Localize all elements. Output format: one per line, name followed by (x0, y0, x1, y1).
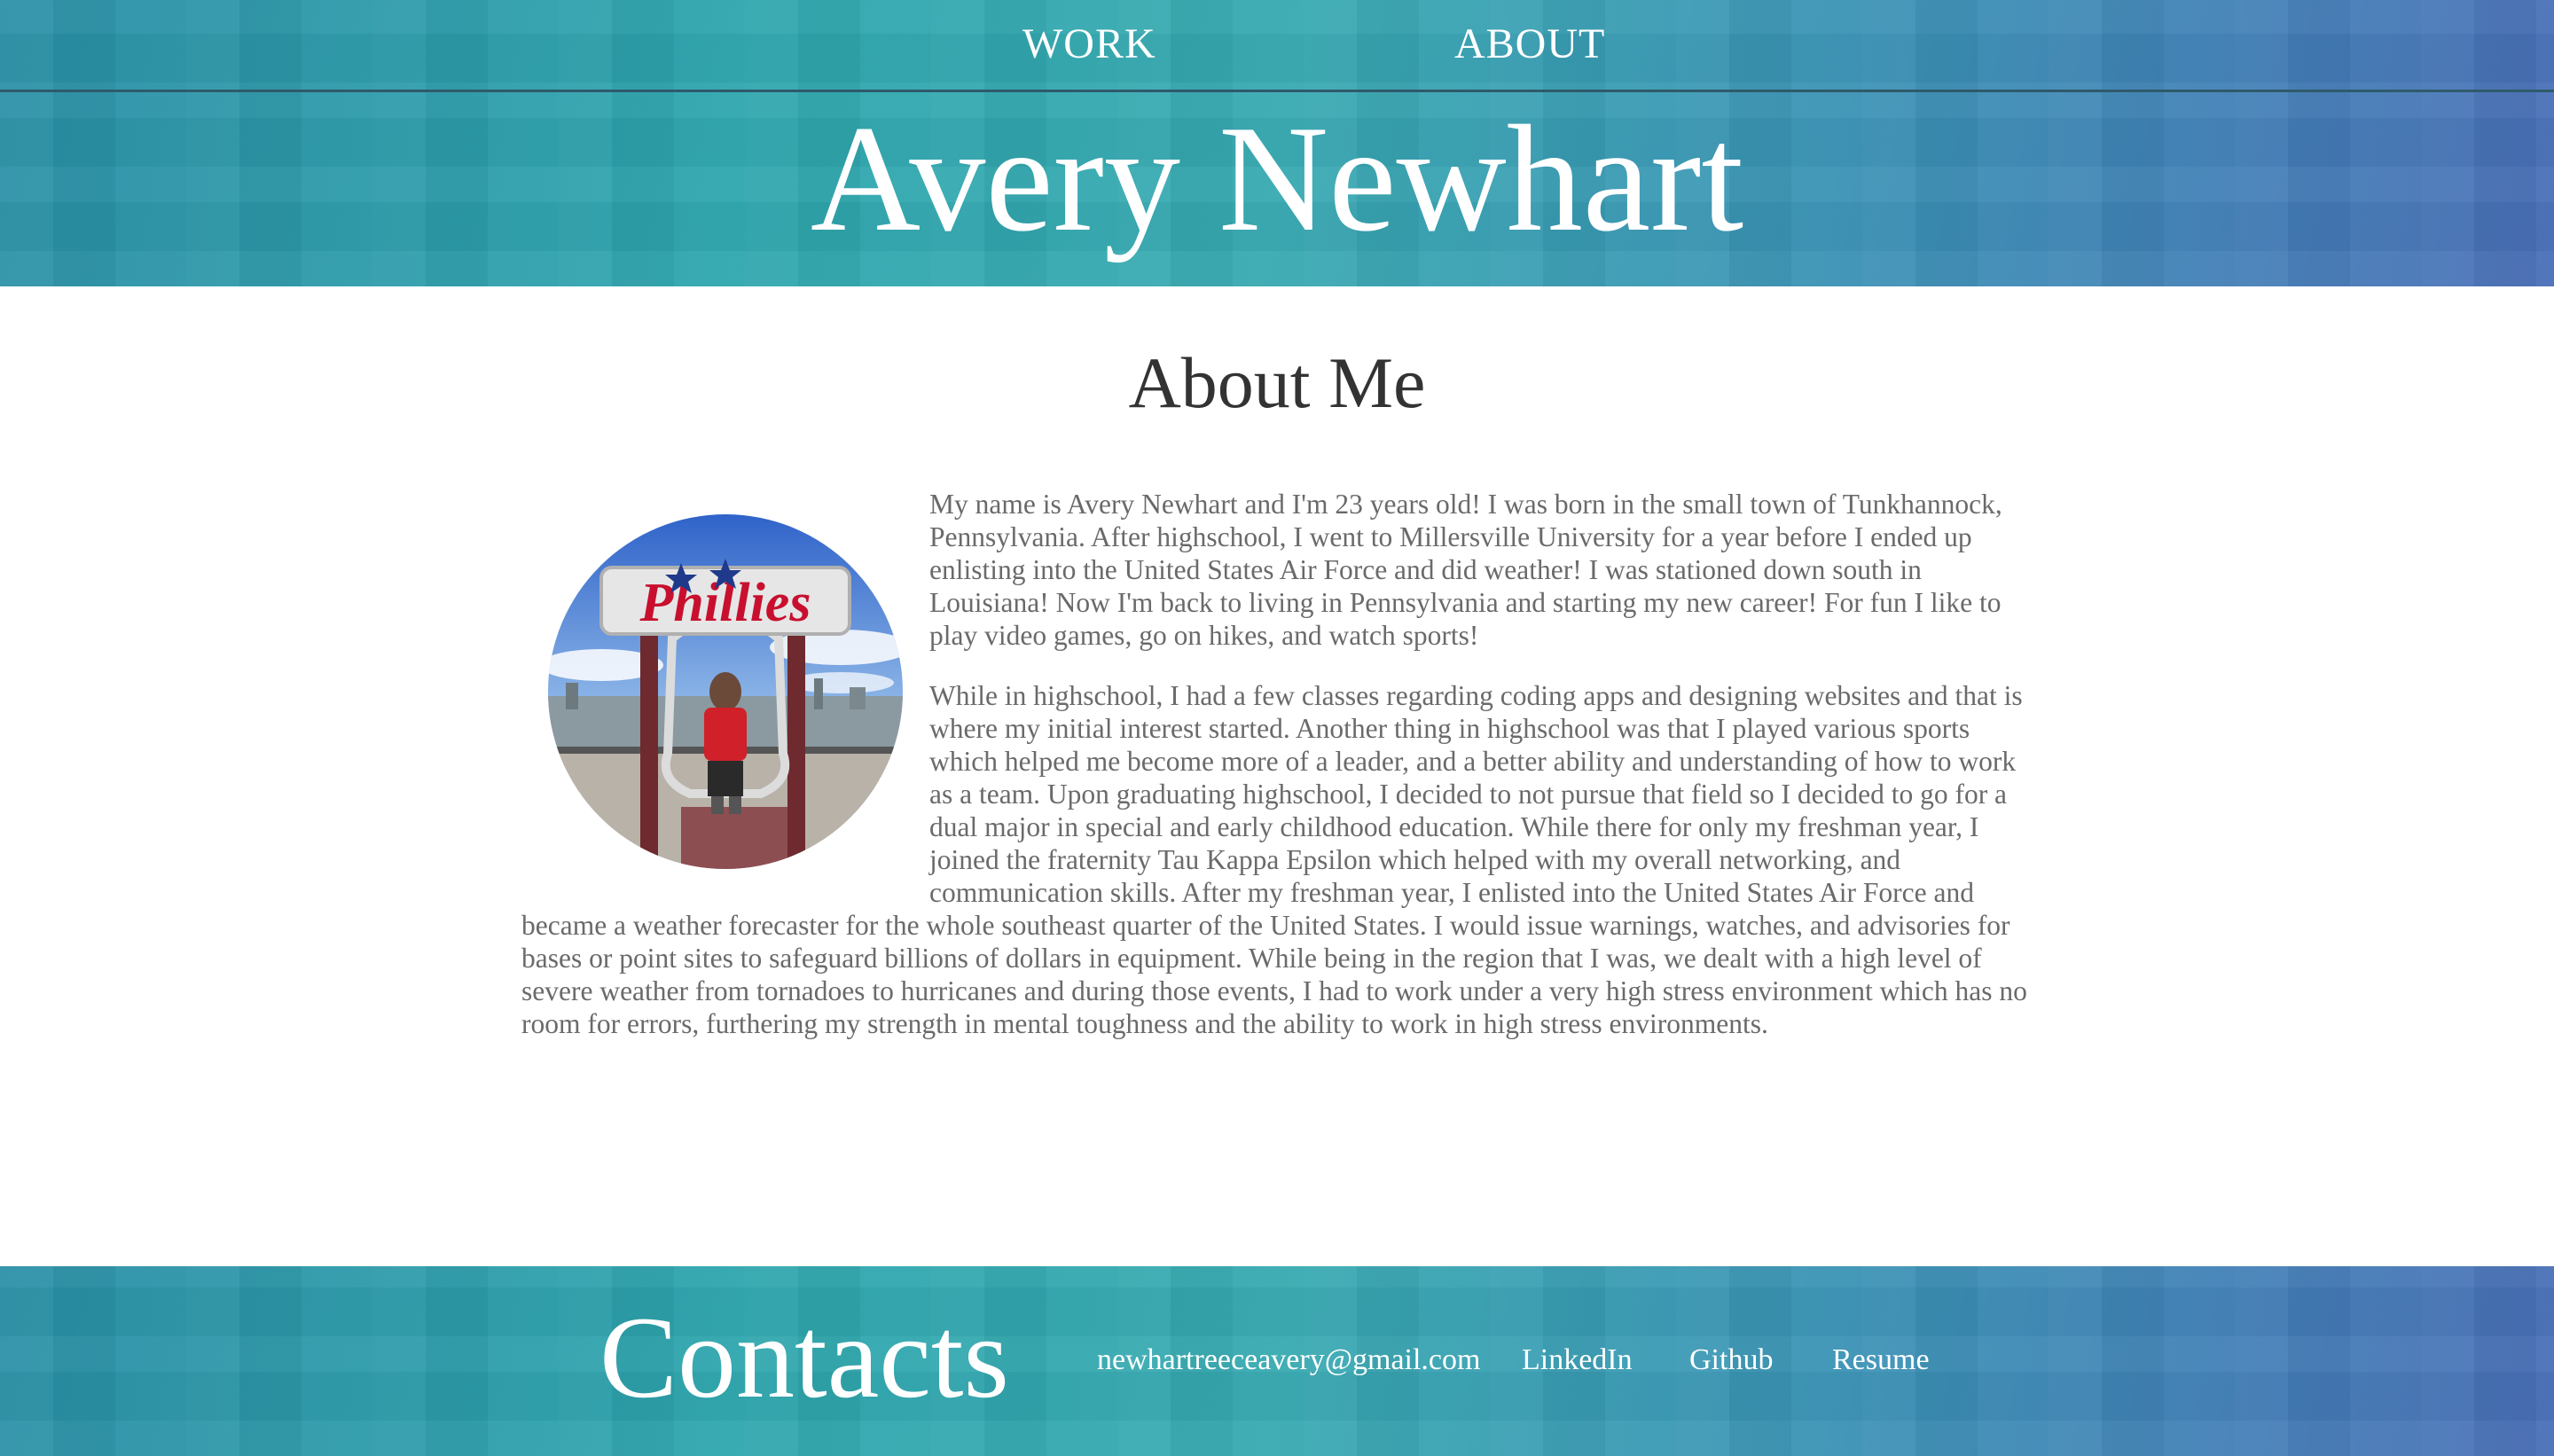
about-section: Phillies My name is Avery Newhart and I'… (521, 488, 2033, 1068)
github-link[interactable]: Github (1689, 1342, 1773, 1378)
site-footer: Contacts newhartreeceavery@gmail.com Lin… (0, 1266, 2554, 1456)
resume-link[interactable]: Resume (1832, 1342, 1930, 1378)
linkedin-link[interactable]: LinkedIn (1522, 1342, 1633, 1378)
top-nav: WORK ABOUT (0, 0, 2554, 92)
site-title: Avery Newhart (810, 95, 1744, 263)
email-link[interactable]: newhartreeceavery@gmail.com (1097, 1342, 1480, 1378)
nav-work-link[interactable]: WORK (1022, 18, 1156, 71)
nav-about-link[interactable]: ABOUT (1454, 18, 1605, 71)
site-header: WORK ABOUT Avery Newhart (0, 0, 2554, 286)
profile-photo: Phillies (548, 514, 903, 869)
contacts-title: Contacts (599, 1292, 1009, 1422)
about-heading: About Me (1128, 342, 1426, 423)
